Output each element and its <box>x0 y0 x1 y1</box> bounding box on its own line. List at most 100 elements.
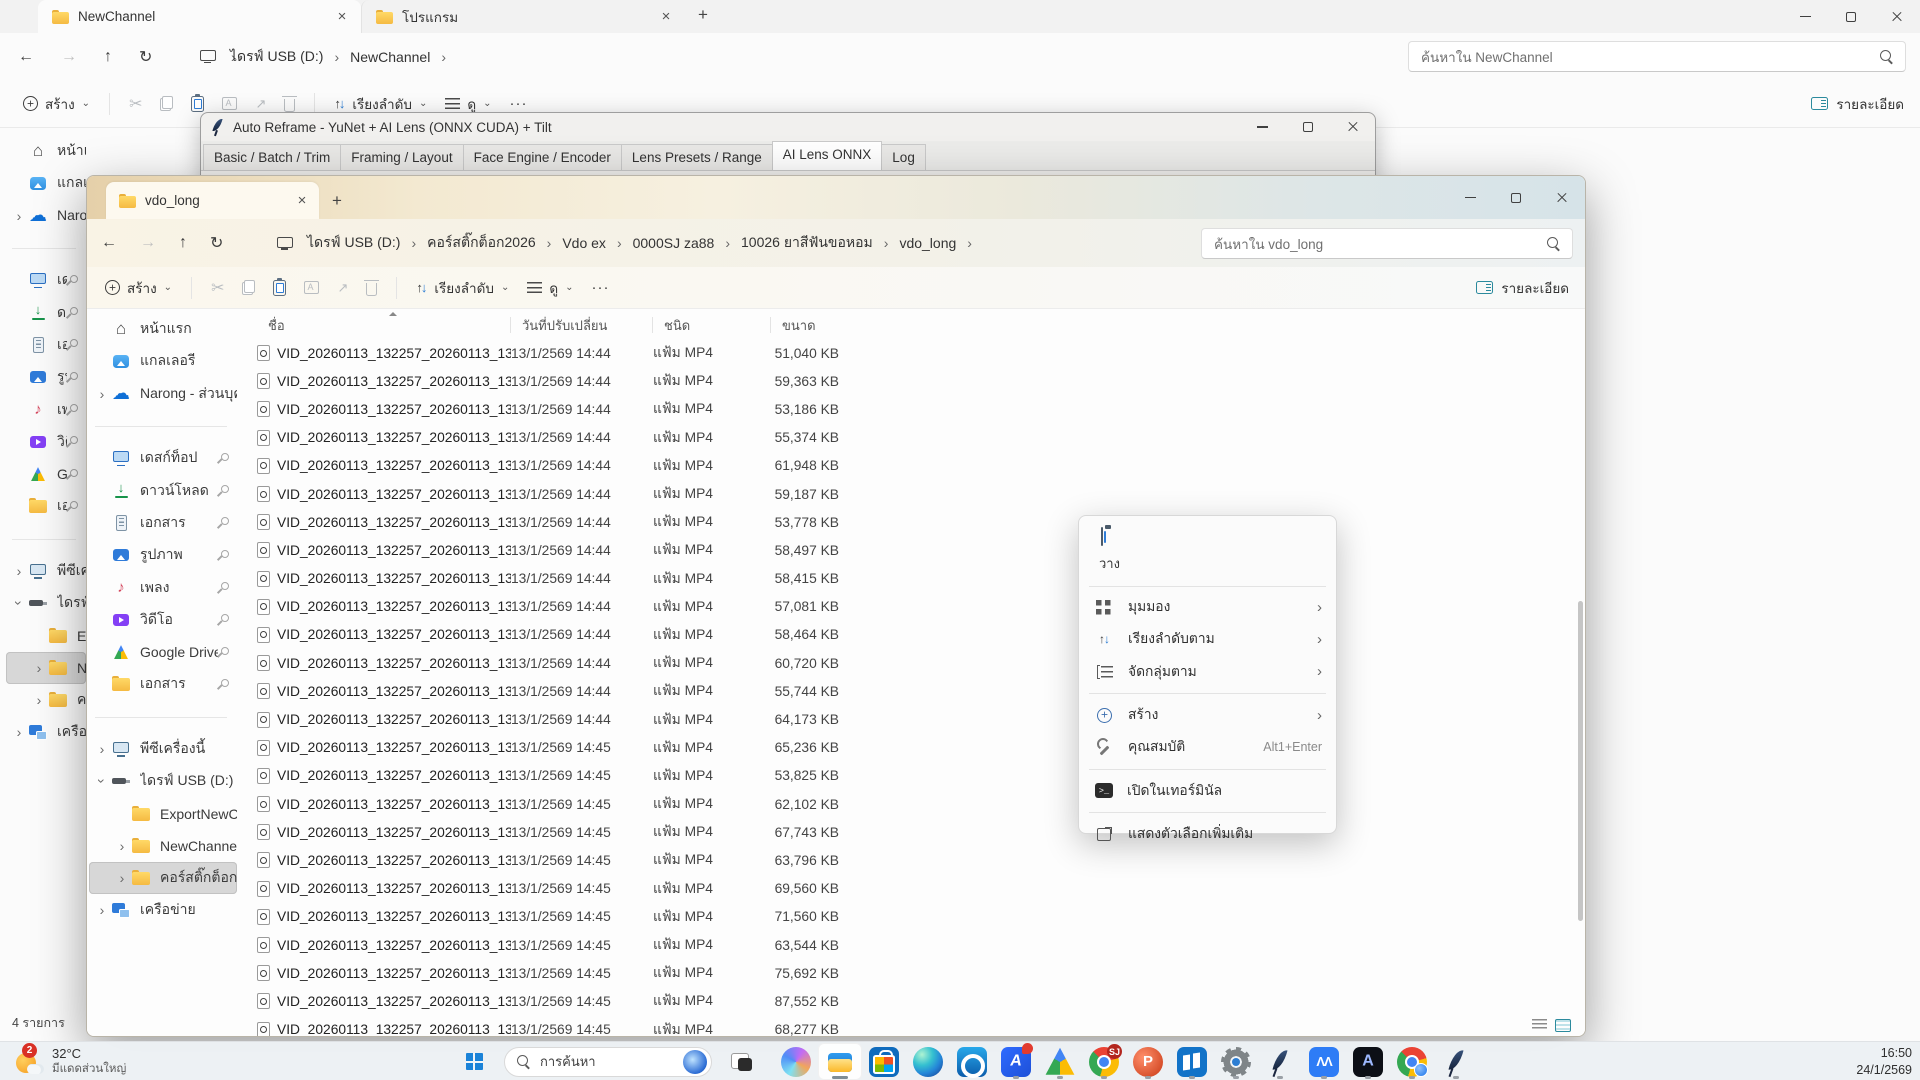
back-icon[interactable]: ← <box>101 234 117 252</box>
cut-button[interactable]: ✂ <box>202 271 233 305</box>
expand-chevron-icon[interactable] <box>93 546 111 564</box>
file-row[interactable]: VID_20260113_132257_20260113_132919_9...… <box>239 536 1585 564</box>
file-row[interactable]: VID_20260113_132257_20260113_132919_9...… <box>239 875 1585 903</box>
microsoft-store-icon[interactable] <box>862 1043 906 1080</box>
new-tab-button[interactable]: + <box>319 183 355 219</box>
expand-chevron-icon[interactable] <box>93 320 111 338</box>
sidebar-item[interactable]: ดาวน์โหลด <box>89 474 237 506</box>
expand-chevron-icon[interactable] <box>10 174 28 192</box>
copilot-icon[interactable] <box>774 1043 818 1080</box>
up-icon[interactable]: ↑ <box>104 48 112 66</box>
breadcrumb-item[interactable]: ไดรฟ์ USB (D:) <box>230 46 350 68</box>
file-row[interactable]: VID_20260113_132257_20260113_132919_9...… <box>239 931 1585 959</box>
column-header-size[interactable]: ขนาด <box>771 317 841 333</box>
sidebar-item[interactable]: Google Drive (G:) <box>89 636 237 668</box>
sidebar-item[interactable]: รูปภาพ <box>6 361 86 393</box>
context-menu-item[interactable]: เปิดในเทอร์มินัล <box>1079 774 1336 806</box>
expand-chevron-icon[interactable] <box>10 368 28 386</box>
sidebar-item[interactable]: เครือข่าย <box>89 894 237 926</box>
forward-icon[interactable]: → <box>140 234 156 252</box>
explorer-tab[interactable]: โปรแกรม <box>361 0 685 33</box>
column-header-name[interactable]: ชื่อ <box>257 317 511 333</box>
expand-chevron-icon[interactable] <box>113 837 131 855</box>
outlook-icon[interactable] <box>950 1043 994 1080</box>
expand-chevron-icon[interactable] <box>10 336 28 354</box>
sidebar-item[interactable] <box>89 701 237 733</box>
sidebar-item[interactable]: หน้าแรก <box>89 313 237 345</box>
minimize-button[interactable] <box>1447 176 1493 219</box>
expand-chevron-icon[interactable] <box>10 562 28 580</box>
reframe-tab[interactable]: Framing / Layout <box>340 144 463 170</box>
close-tab-icon[interactable] <box>333 8 351 26</box>
file-row[interactable]: VID_20260113_132257_20260113_132919_9...… <box>239 339 1585 367</box>
file-row[interactable]: VID_20260113_132257_20260113_132919_9...… <box>239 734 1585 762</box>
sidebar-item[interactable]: ไดรฟ์ USB (D:) <box>6 587 86 619</box>
forward-icon[interactable]: → <box>61 48 77 66</box>
file-row[interactable]: VID_20260113_132257_20260113_132919_9...… <box>239 593 1585 621</box>
feather-app-icon[interactable] <box>1258 1043 1302 1080</box>
expand-chevron-icon[interactable] <box>93 514 111 532</box>
paste-menu-button[interactable]: วาง <box>1079 528 1336 574</box>
expand-chevron-icon[interactable] <box>93 449 111 467</box>
refresh-icon[interactable]: ↻ <box>210 233 223 253</box>
sidebar-item[interactable]: ExportNewChanel <box>6 619 86 651</box>
delete-button[interactable] <box>357 271 386 305</box>
taskbar-clock[interactable]: 16:50 24/1/2569 <box>1856 1042 1912 1080</box>
close-tab-icon[interactable] <box>657 8 675 26</box>
list-view-toggle-icon[interactable] <box>1532 1019 1547 1031</box>
reframe-tab[interactable]: Lens Presets / Range <box>621 144 773 170</box>
file-row[interactable]: VID_20260113_132257_20260113_132919_9...… <box>239 508 1585 536</box>
column-header-date[interactable]: วันที่ปรับเปลี่ยน <box>511 317 653 333</box>
search-input[interactable]: ค้นหาใน NewChannel <box>1408 41 1906 72</box>
sidebar-item[interactable]: NewChannel <box>6 652 86 684</box>
maximize-button[interactable] <box>1493 176 1539 219</box>
minimize-button[interactable] <box>1240 113 1285 141</box>
expand-chevron-icon[interactable] <box>30 691 48 709</box>
task-view-button[interactable] <box>720 1043 764 1080</box>
view-button[interactable]: ดู ⌄ <box>518 271 582 305</box>
cut-button[interactable]: ✂ <box>120 87 151 121</box>
maximize-button[interactable] <box>1828 0 1874 33</box>
file-explorer-icon[interactable] <box>818 1043 862 1080</box>
file-row[interactable]: VID_20260113_132257_20260113_132919_9...… <box>239 818 1585 846</box>
close-button[interactable] <box>1330 113 1375 141</box>
sidebar-item[interactable]: เอกสาร <box>89 668 237 700</box>
minimize-button[interactable] <box>1782 0 1828 33</box>
delta-app-icon[interactable] <box>1302 1043 1346 1080</box>
file-row[interactable]: VID_20260113_132257_20260113_132919_9...… <box>239 959 1585 987</box>
new-button[interactable]: สร้าง ⌄ <box>14 87 99 121</box>
new-tab-button[interactable]: + <box>685 0 721 33</box>
file-row[interactable]: VID_20260113_132257_20260113_132919_9...… <box>239 621 1585 649</box>
breadcrumb-item[interactable]: Vdo ex <box>562 235 632 251</box>
sidebar-item[interactable]: Google Drive (G:) <box>6 458 86 490</box>
share-button[interactable]: ↗ <box>328 271 357 305</box>
sidebar-item[interactable]: วิดีโอ <box>6 426 86 458</box>
expand-chevron-icon[interactable] <box>10 465 28 483</box>
sidebar-item[interactable]: คอร์สติ๊กต็อก2026 <box>6 684 86 716</box>
expand-chevron-icon[interactable] <box>93 482 111 500</box>
expand-chevron-icon[interactable] <box>113 869 131 887</box>
back-icon[interactable]: ← <box>18 48 34 66</box>
file-row[interactable]: VID_20260113_132257_20260113_132919_9...… <box>239 762 1585 790</box>
sort-button[interactable]: ↑↓ เรียงลำดับ ⌄ <box>407 271 518 305</box>
file-row[interactable]: VID_20260113_132257_20260113_132919_9...… <box>239 903 1585 931</box>
close-button[interactable] <box>1874 0 1920 33</box>
this-pc-icon[interactable] <box>277 237 293 250</box>
copy-button[interactable] <box>151 87 182 121</box>
sidebar-item[interactable]: รูปภาพ <box>89 539 237 571</box>
fg-tab-bar[interactable]: vdo_long + <box>87 176 1585 219</box>
sidebar-item[interactable]: เพลง <box>6 393 86 425</box>
sidebar-item[interactable] <box>89 410 237 442</box>
new-button[interactable]: สร้าง ⌄ <box>96 271 181 305</box>
sidebar-item[interactable]: เดสก์ท็อป <box>89 442 237 474</box>
refresh-icon[interactable]: ↻ <box>139 47 152 67</box>
expand-chevron-icon[interactable] <box>93 643 111 661</box>
close-button[interactable] <box>1539 176 1585 219</box>
up-icon[interactable]: ↑ <box>179 234 187 252</box>
reframe-tab[interactable]: AI Lens ONNX <box>772 141 883 170</box>
sidebar-item[interactable]: วิดีโอ <box>89 604 237 636</box>
expand-chevron-icon[interactable] <box>30 627 48 645</box>
sidebar-item[interactable]: Narong - ส่วนบุคคล <box>6 200 86 232</box>
sidebar-item[interactable]: ExportNewChanel <box>89 797 237 829</box>
file-row[interactable]: VID_20260113_132257_20260113_132919_9...… <box>239 565 1585 593</box>
